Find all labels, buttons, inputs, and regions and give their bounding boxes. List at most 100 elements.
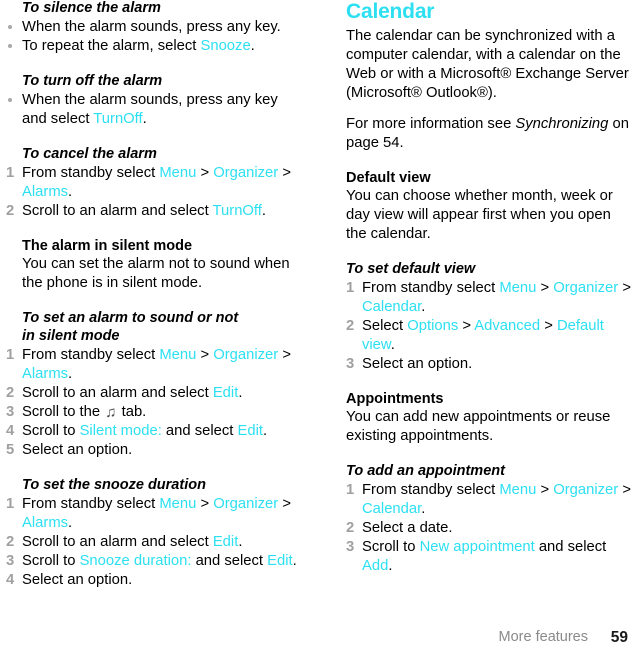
ui-term-add[interactable]: Add	[362, 558, 388, 574]
ui-term-edit[interactable]: Edit	[213, 385, 239, 401]
step-number: 1	[346, 482, 355, 498]
ui-term-calendar[interactable]: Calendar	[362, 501, 421, 517]
section-default-view: Default view You can choose whether mont…	[346, 170, 632, 244]
heading-to-silence-the-alarm: To silence the alarm	[22, 0, 161, 16]
ui-term-organizer[interactable]: Organizer	[553, 482, 618, 498]
step-text-tail: .	[68, 184, 73, 200]
step-number: 2	[346, 520, 355, 536]
ui-term-menu[interactable]: Menu	[159, 165, 196, 181]
section-set-alarm-sound-silent-mode: To set an alarm to sound or not in silen…	[4, 310, 306, 460]
step-list-snooze-duration: 1 From standby select Menu > Organizer > …	[4, 495, 306, 590]
ui-term-calendar[interactable]: Calendar	[362, 299, 421, 315]
ui-term-alarms[interactable]: Alarms	[22, 184, 68, 200]
ui-term-turnoff[interactable]: TurnOff	[93, 111, 142, 127]
step-text-tail: .	[421, 299, 426, 315]
bullet-text: When the alarm sounds, press any key and…	[22, 92, 278, 127]
step-number: 1	[6, 347, 15, 363]
section-set-snooze-duration: To set the snooze duration 1 From standby…	[4, 477, 306, 590]
step-number: 5	[6, 442, 15, 458]
list-item: 4 Scroll to Silent mode: and select Edit.	[4, 422, 306, 441]
step-sep: >	[196, 496, 214, 512]
xref-title: Synchronizing	[515, 116, 609, 132]
ui-term-turnoff[interactable]: TurnOff	[213, 203, 262, 219]
xref-pre: For more information see	[346, 116, 516, 132]
ui-term-menu[interactable]: Menu	[159, 496, 196, 512]
ui-term-silent-mode[interactable]: Silent mode:	[80, 423, 162, 439]
heading-to-set-the-snooze-duration: To set the snooze duration	[22, 477, 206, 493]
step-number: 1	[346, 280, 355, 296]
list-item: 5 Select an option.	[4, 441, 306, 460]
ui-term-alarms[interactable]: Alarms	[22, 366, 68, 382]
step-sep: >	[196, 347, 214, 363]
footer-section-label: More features	[498, 628, 588, 645]
ui-term-edit[interactable]: Edit	[213, 534, 239, 550]
step-text: Scroll to an alarm and select	[22, 203, 213, 219]
list-item: 1 From standby select Menu > Organizer > …	[346, 481, 632, 519]
ui-term-organizer[interactable]: Organizer	[213, 165, 278, 181]
list-item: 2 Select Options > Advanced > Default vie…	[346, 317, 632, 355]
step-sep: >	[278, 347, 291, 363]
step-sep: >	[540, 318, 557, 334]
manual-page: To silence the alarm When the alarm soun…	[0, 0, 636, 650]
heading-set-alarm-silent-line1: To set an alarm to sound or not	[22, 310, 239, 326]
list-item: 3 Scroll to Snooze duration: and select E…	[4, 552, 306, 571]
ui-term-advanced[interactable]: Advanced	[474, 318, 540, 334]
step-number: 1	[6, 496, 15, 512]
step-text: Scroll to an alarm and select	[22, 385, 213, 401]
ui-term-snooze-duration[interactable]: Snooze duration:	[80, 553, 192, 569]
ui-term-snooze[interactable]: Snooze	[200, 38, 250, 54]
heading-to-set-default-view: To set default view	[346, 261, 476, 277]
step-sep: >	[618, 482, 631, 498]
step-text: Scroll to the	[22, 404, 105, 420]
ui-term-organizer[interactable]: Organizer	[213, 347, 278, 363]
ui-term-options[interactable]: Options	[407, 318, 458, 334]
step-text: Scroll to	[22, 423, 80, 439]
list-item: 1 From standby select Menu > Organizer > …	[346, 279, 632, 317]
bullet-text-tail: .	[250, 38, 255, 54]
step-number: 3	[346, 539, 355, 555]
bullet-text: To repeat the alarm, select	[22, 38, 201, 54]
bullet-list-turnoff: When the alarm sounds, press any key and…	[4, 91, 306, 129]
list-item: To repeat the alarm, select Snooze.	[4, 37, 306, 56]
section-appointments: Appointments You can add new appointment…	[346, 391, 632, 446]
ui-term-organizer[interactable]: Organizer	[213, 496, 278, 512]
ui-term-menu[interactable]: Menu	[499, 482, 536, 498]
step-sep: and select	[161, 423, 238, 439]
step-number: 3	[346, 356, 355, 372]
ui-term-new-appointment[interactable]: New appointment	[420, 539, 535, 555]
heading-to-cancel-the-alarm: To cancel the alarm	[22, 146, 157, 162]
ui-term-edit[interactable]: Edit	[238, 423, 264, 439]
ui-term-menu[interactable]: Menu	[159, 347, 196, 363]
step-text: From standby select	[22, 496, 160, 512]
list-item: 1 From standby select Menu > Organizer > …	[4, 495, 306, 533]
ui-term-organizer[interactable]: Organizer	[553, 280, 618, 296]
step-text-tail: .	[421, 501, 426, 517]
step-text-tail: .	[390, 337, 395, 353]
step-text: Scroll to	[22, 553, 80, 569]
heading-to-turn-off-the-alarm: To turn off the alarm	[22, 73, 163, 89]
step-sep: >	[536, 482, 554, 498]
ui-term-edit[interactable]: Edit	[267, 553, 293, 569]
bullet-dot-icon	[8, 25, 12, 29]
step-text-tail: tab.	[117, 404, 147, 420]
bullet-text: When the alarm sounds, press any key.	[22, 19, 281, 35]
paragraph-alarm-silent-mode: You can set the alarm not to sound when …	[22, 256, 290, 291]
ui-term-menu[interactable]: Menu	[499, 280, 536, 296]
list-item: 2 Scroll to an alarm and select TurnOff.	[4, 202, 306, 221]
step-number: 3	[6, 553, 15, 569]
list-item: When the alarm sounds, press any key.	[4, 18, 306, 37]
ui-term-alarms[interactable]: Alarms	[22, 515, 68, 531]
step-sep: >	[196, 165, 214, 181]
list-item: 3 Scroll to the ♫ tab.	[4, 403, 306, 422]
step-number: 2	[6, 534, 15, 550]
heading-appointments: Appointments	[346, 391, 444, 407]
step-text: Select an option.	[22, 572, 133, 588]
step-number: 4	[6, 423, 15, 439]
